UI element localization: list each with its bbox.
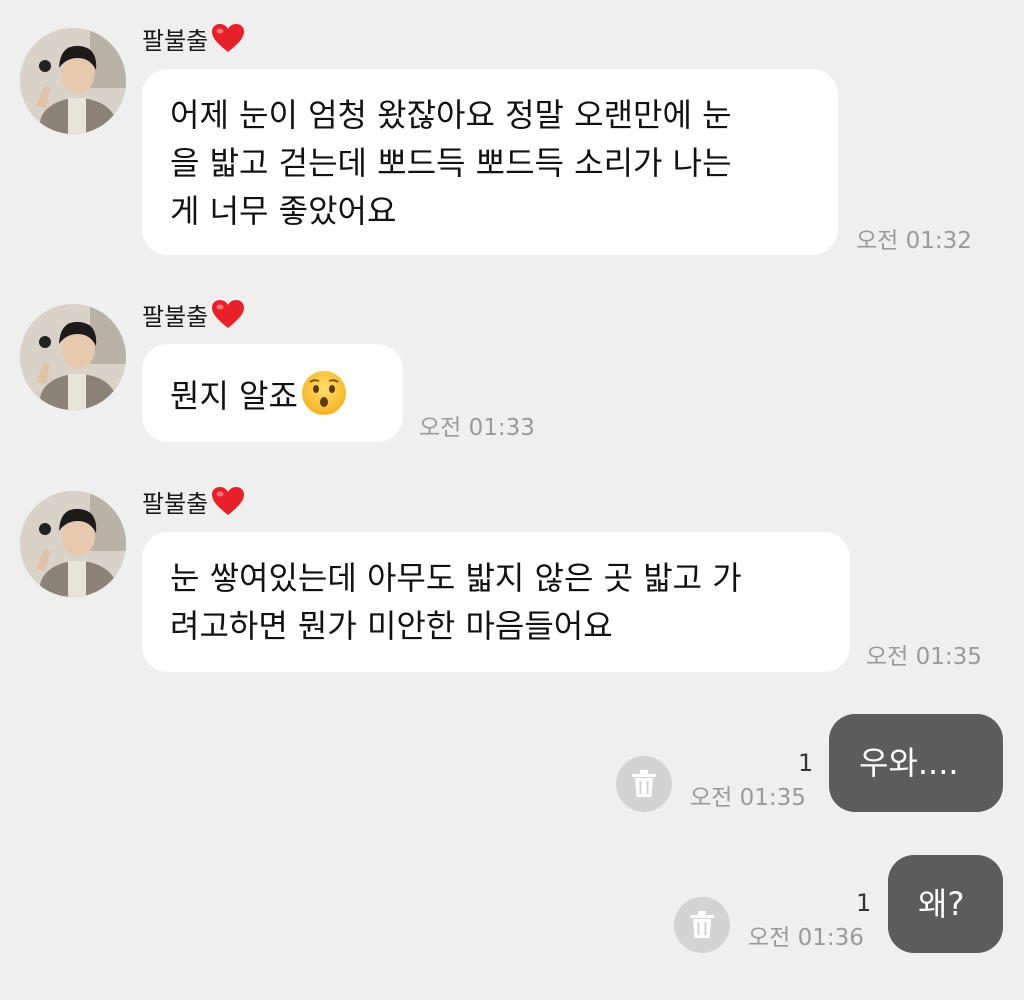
avatar-photo	[20, 491, 126, 597]
message-text-line: 왜?	[918, 885, 965, 923]
message-text-line: 어제 눈이 엄청 왔잖아요 정말 오랜만에 눈	[170, 96, 732, 134]
unread-count: 1	[856, 889, 872, 917]
message-bubble[interactable]: 눈 쌓여있는데 아무도 밟지 않은 곳 밟고 가 려고하면 뭔가 미안한 마음들…	[142, 532, 850, 672]
unread-count: 1	[798, 749, 814, 777]
message-bubble[interactable]: 어제 눈이 엄청 왔잖아요 정말 오랜만에 눈 을 밟고 걷는데 뽀드득 뽀드득…	[142, 69, 838, 255]
red-heart-icon	[210, 298, 246, 337]
red-heart-icon	[210, 22, 246, 61]
message-text-line: 눈 쌓여있는데 아무도 밟지 않은 곳 밟고 가	[170, 559, 742, 597]
message-timestamp: 오전 01:35	[866, 644, 982, 670]
message-timestamp: 오전 01:35	[690, 785, 806, 811]
message-text-line: 우와....	[859, 744, 959, 782]
my-message-bubble[interactable]: 우와....	[829, 714, 1003, 812]
sender-name: 팔불출	[142, 485, 246, 524]
sender-avatar[interactable]	[20, 304, 126, 410]
sender-name: 팔불출	[142, 22, 246, 61]
sender-avatar[interactable]	[20, 28, 126, 134]
red-heart-icon	[210, 485, 246, 524]
delete-message-button[interactable]	[674, 897, 730, 953]
avatar-photo	[20, 28, 126, 134]
message-text-line: 려고하면 뭔가 미안한 마음들어요	[170, 607, 613, 645]
message-timestamp: 오전 01:33	[419, 415, 535, 441]
avatar-photo	[20, 304, 126, 410]
hushed-face-emoji-icon	[300, 369, 348, 430]
my-message-bubble[interactable]: 왜?	[888, 855, 1003, 953]
delete-message-button[interactable]	[616, 756, 672, 812]
message-text-line: 게 너무 좋았어요	[170, 192, 397, 230]
sender-name: 팔불출	[142, 298, 246, 337]
trash-icon	[690, 911, 714, 938]
message-timestamp: 오전 01:36	[748, 925, 864, 951]
message-text-line: 뭔지 알죠	[170, 377, 298, 415]
message-text-line: 을 밟고 걷는데 뽀드득 뽀드득 소리가 나는	[170, 144, 732, 182]
message-bubble[interactable]: 뭔지 알죠	[142, 344, 403, 442]
message-timestamp: 오전 01:32	[856, 228, 972, 254]
trash-icon	[632, 770, 656, 797]
sender-avatar[interactable]	[20, 491, 126, 597]
